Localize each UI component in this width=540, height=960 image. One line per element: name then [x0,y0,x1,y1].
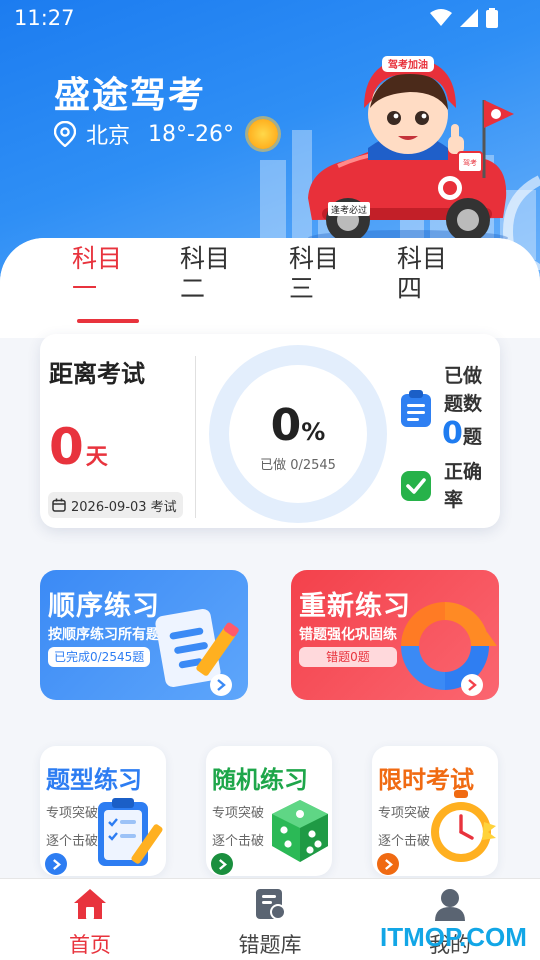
timed-exam-go-button[interactable] [377,853,399,875]
battery-icon [486,8,498,28]
location-pin-icon [54,121,76,147]
sequential-practice-card[interactable]: 顺序练习 按顺序练习所有题 已完成0/2545题 [40,570,248,700]
mode-line2-question-type: 逐个击破 [46,834,99,849]
done-count-value: 0 [442,416,463,451]
svg-text:驾考: 驾考 [463,158,477,167]
mode-line1-question-type: 专项突破 [46,806,99,821]
countdown-days-unit: 天 [85,445,108,470]
svg-text:驾考加油: 驾考加油 [387,58,428,71]
sequential-practice-subtitle: 按顺序练习所有题 [48,627,160,643]
nav-home[interactable]: 首页 [30,887,150,959]
signal-icon [460,9,478,27]
watermark-text: ITMOP.COM [380,922,527,952]
done-count-unit: 题 [462,426,482,448]
temperature-range: 18°-26° [148,121,234,147]
mode-line1-random: 专项突破 [212,806,265,821]
user-icon [435,889,465,921]
progress-percent: 0% [208,400,388,451]
status-time: 11:27 [14,6,75,30]
accuracy-label: 正确率 [444,461,483,511]
question-type-go-button[interactable] [45,853,67,875]
exam-date-badge[interactable]: 2026-09-03 考试 [48,492,183,518]
home-icon [74,889,106,919]
exam-date-text: 2026-09-03 考试 [71,499,177,515]
checklist-pencil-icon [98,798,163,866]
tab-subject-1[interactable]: 科目一 [72,244,132,304]
done-questions-label: 已做题数 [444,365,483,415]
random-practice-card[interactable]: 随机练习 专项突破 逐个击破 [206,746,332,876]
exam-stats-card: 距离考试 0 天 2026-09-03 考试 0% 已做 0/2545 已做题数… [40,334,500,528]
mode-title-question-type: 题型练习 [46,766,142,794]
tab-subject-2[interactable]: 科目二 [180,244,240,304]
notepad-pencil-icon [155,608,239,688]
clipboard-icon [401,390,431,427]
wrong-count-badge: 错题0题 [299,647,397,667]
timed-exam-card[interactable]: 限时考试 专项突破 逐个击破 [372,746,498,876]
stopwatch-icon [431,790,496,862]
chevron-right-icon [384,858,393,870]
mode-title-random: 随机练习 [212,766,308,794]
dice-icon [272,800,328,862]
mode-line2-random: 逐个击破 [212,834,265,849]
progress-subtext: 已做 0/2545 [260,458,336,473]
tab-subject-3[interactable]: 科目三 [289,244,349,304]
location-weather: 北京 18°-26° [54,118,278,150]
city-name: 北京 [86,124,131,149]
done-questions-count: 0题 [442,416,482,451]
countdown-days-value: 0 [49,418,84,476]
chevron-right-icon [218,858,227,870]
sequential-go-button[interactable] [210,674,232,696]
active-tab-indicator [77,319,139,323]
redo-go-button[interactable] [461,674,483,696]
chevron-right-icon [52,858,61,870]
nav-wrong-book[interactable]: 错题库 [210,887,330,959]
sequential-progress-badge: 已完成0/2545题 [48,647,151,667]
stats-divider [195,356,196,518]
subject-tabs: 科目一 科目二 科目三 科目四 [60,244,530,324]
redo-practice-card[interactable]: 重新练习 错题强化巩固练 错题0题 [291,570,499,700]
status-bar: 11:27 [0,0,540,36]
wrong-book-icon [256,889,286,920]
mode-line2-timed-exam: 逐个击破 [378,834,431,849]
calendar-icon [52,498,66,512]
wifi-icon [430,9,452,26]
random-go-button[interactable] [211,853,233,875]
tab-subject-4[interactable]: 科目四 [397,244,457,304]
question-type-practice-card[interactable]: 题型练习 专项突破 逐个击破 [40,746,166,876]
progress-percent-value: 0 [270,400,302,451]
chevron-right-icon [468,679,477,691]
sequential-practice-title: 顺序练习 [48,591,160,622]
check-badge-icon [401,471,431,501]
chevron-right-icon [217,679,226,691]
app-title: 盛途驾考 [54,75,207,116]
progress-percent-sign: % [301,418,326,446]
svg-text:逢考必过: 逢考必过 [331,204,367,216]
mascot-car-illustration: 逢考必过 驾考加油 驾考 [308,56,514,246]
redo-practice-subtitle: 错题强化巩固练 [299,627,397,643]
countdown-days: 0 天 [49,418,108,476]
sun-icon [247,119,278,149]
nav-home-label: 首页 [69,933,111,957]
nav-wrong-book-label: 错题库 [238,933,302,957]
countdown-title: 距离考试 [49,360,145,388]
mode-line1-timed-exam: 专项突破 [378,806,431,821]
